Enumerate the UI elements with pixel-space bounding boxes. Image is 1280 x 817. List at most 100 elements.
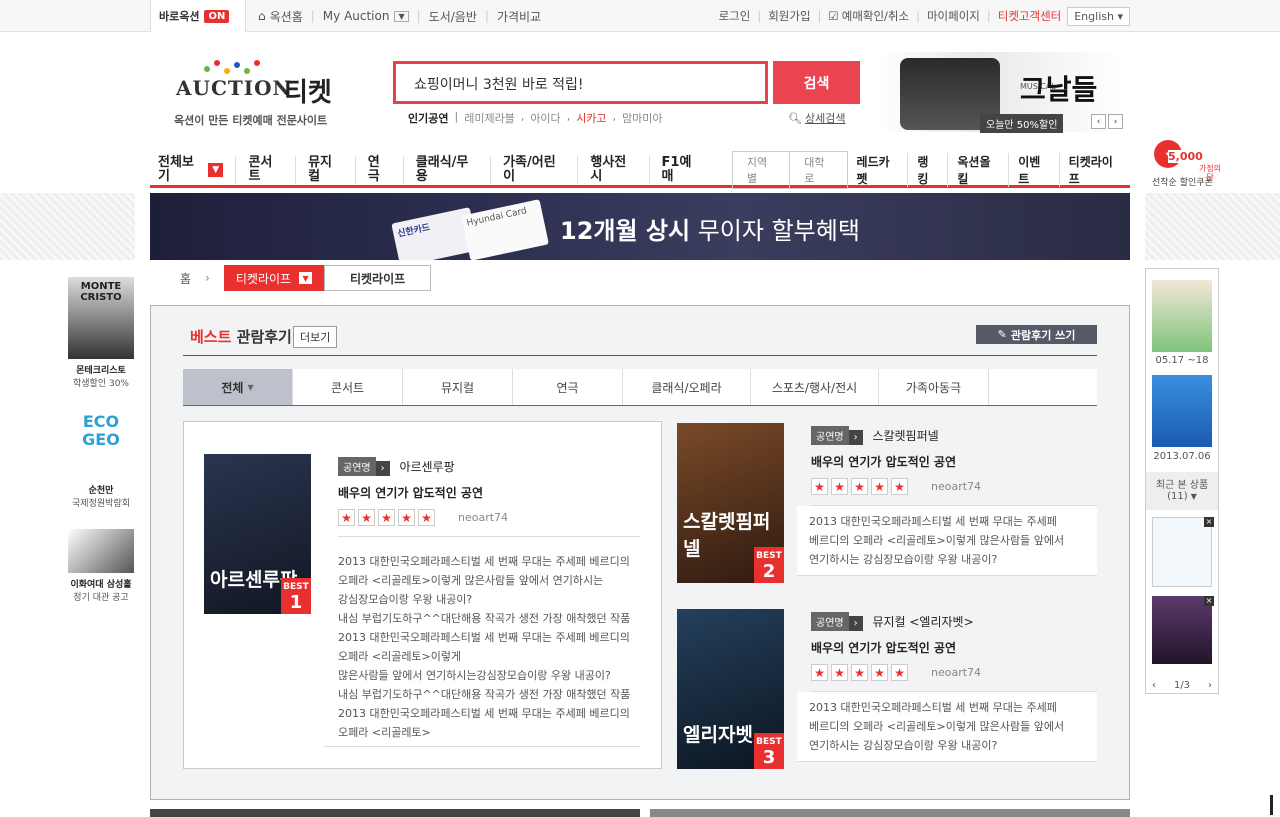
review-headline[interactable]: 배우의 연기가 압도적인 공연 — [338, 484, 640, 501]
ad-monte-cristo[interactable]: MONTE CRISTO 몬테크리스토 학생할인 30% — [66, 277, 136, 389]
review-user: neoart74 — [931, 666, 982, 679]
star-rating: ★ ★ ★ ★ ★ neoart74 — [338, 509, 640, 537]
advanced-search-link[interactable]: 🔍︎ 상세검색 — [788, 110, 845, 126]
show-name[interactable]: 뮤지컬 <엘리자벳> — [872, 615, 973, 629]
popular-item[interactable]: 시카고 — [576, 110, 606, 126]
show-name[interactable]: 스칼렛핌퍼넬 — [872, 429, 938, 443]
ad-suncheon[interactable]: ECO GEO 순천만 국제정원박람회 — [66, 397, 136, 509]
nav-musical[interactable]: 뮤지컬 — [296, 156, 356, 184]
review-content: 공연명 › 아르센루팡 배우의 연기가 압도적인 공연 ★ ★ ★ ★ ★ neoart7… — [338, 457, 640, 537]
search-input[interactable]: 쇼핑이머니 3천원 바로 적립! — [393, 61, 768, 104]
nav-ranking[interactable]: 랭킹 — [907, 153, 947, 187]
review-card-1[interactable]: 아르센루팡 BEST 1 공연명 › 아르센루팡 배우의 연기가 압도적인 공연 ★… — [183, 421, 662, 769]
star-rating: ★ ★ ★ ★ ★ neoart74 — [811, 664, 1097, 692]
best-rank: 1 — [289, 592, 303, 613]
nav-event[interactable]: 이벤트 — [1008, 153, 1058, 187]
review-body-line: 오페라 <리골레토>이렇게 많은사람들 앞에서 연기하시는 — [338, 574, 604, 587]
quick-auction-toggle[interactable]: 바로옥션 ON — [150, 0, 246, 32]
card-promo-rest: 무이자 할부혜택 — [697, 217, 860, 245]
nav-ticketlife[interactable]: 티켓라이프 — [1058, 153, 1130, 187]
ad-ewha[interactable]: 이화여대 삼성홀 정기 대관 공고 — [66, 529, 136, 603]
nav-region-tab[interactable]: 지역별 — [733, 152, 791, 188]
login-link[interactable]: 로그인 — [719, 8, 751, 24]
review-headline[interactable]: 배우의 연기가 압도적인 공연 — [811, 453, 1097, 470]
poster-image[interactable]: 아르센루팡 BEST 1 — [204, 454, 311, 614]
tab-family[interactable]: 가족아동극 — [879, 369, 989, 405]
scrollbar-thumb[interactable] — [1270, 795, 1273, 815]
nav-daehakro-tab[interactable]: 대학로 — [790, 152, 846, 188]
recent-item-image[interactable] — [1152, 517, 1212, 587]
poster-title: 엘리자벳 — [683, 724, 753, 746]
close-icon[interactable]: × — [1204, 596, 1214, 606]
nav-allkill[interactable]: 옥션올킬 — [947, 153, 1008, 187]
review-body-line: 연기하시는 강심장모습이랑 우왕 내공이? — [809, 739, 998, 752]
more-button[interactable]: 더보기 — [293, 326, 338, 348]
search-button[interactable]: 검색 — [773, 61, 860, 104]
section-title: 베스트 관람후기 — [190, 326, 292, 347]
tab-play[interactable]: 연극 — [513, 369, 623, 405]
tab-musical[interactable]: 뮤지컬 — [403, 369, 513, 405]
site-logo[interactable]: AUCTION 티켓 옥션이 만든 티켓예매 전문사이트 — [172, 52, 352, 132]
ad-image — [68, 529, 134, 573]
coupon-ad[interactable]: ★ 5,000 가정의 달 선착순 할인쿠폰 — [1150, 130, 1222, 188]
customer-center-link[interactable]: 티켓고객센터 — [998, 8, 1061, 24]
bottom-banners[interactable] — [150, 809, 1130, 817]
my-auction-link[interactable]: My Auction — [323, 9, 390, 23]
tab-sports-event[interactable]: 스포츠/행사/전시 — [751, 369, 879, 405]
banner-stripe-right — [1145, 193, 1280, 260]
nav-play[interactable]: 연극 — [356, 156, 404, 184]
write-review-button[interactable]: ✎ 관람후기 쓰기 — [976, 325, 1097, 344]
ad-name: 몬테크리스토 — [76, 366, 126, 376]
mypage-link[interactable]: 마이페이지 — [927, 8, 980, 24]
musical-banner[interactable]: MUSICAL 그날들 오늘만 50%할인 — [880, 52, 1120, 133]
popular-item[interactable]: 아이다 — [530, 110, 560, 126]
recent-item-image[interactable] — [1152, 596, 1212, 664]
chevron-right-icon[interactable]: › — [1108, 114, 1123, 129]
festival-ad-image[interactable] — [1152, 280, 1212, 352]
chevron-left-icon[interactable]: ‹ — [1152, 680, 1156, 691]
chevron-down-icon: ▼ — [208, 163, 224, 177]
review-card-2[interactable]: 공연명 › 스칼렛핌퍼넬 배우의 연기가 압도적인 공연 ★ ★ ★ ★ ★ neoart… — [797, 426, 1097, 576]
close-icon[interactable]: × — [1204, 517, 1214, 527]
nav-concert[interactable]: 콘서트 — [236, 156, 297, 184]
tab-all[interactable]: 전체 ▼ — [183, 369, 293, 405]
popular-item[interactable]: 레미제라블 — [464, 110, 515, 126]
review-headline[interactable]: 배우의 연기가 압도적인 공연 — [811, 639, 1097, 656]
books-music-link[interactable]: 도서/음반 — [429, 8, 477, 25]
price-compare-link[interactable]: 가격비교 — [497, 8, 541, 25]
poster-image[interactable]: 엘리자벳 BEST 3 — [677, 609, 784, 769]
booking-check-link[interactable]: 예매확인/취소 — [842, 8, 909, 24]
signup-link[interactable]: 회원가입 — [768, 8, 810, 24]
tab-concert[interactable]: 콘서트 — [293, 369, 403, 405]
card-promo-banner[interactable]: 신한카드 Hyundai Card 12개월 상시 무이자 할부혜택 — [150, 193, 1130, 260]
recent-viewed-header[interactable]: 최근 본 상품 (11) ▼ — [1146, 472, 1218, 510]
banner-title: 그날들 — [1020, 73, 1098, 106]
write-review-label: 관람후기 쓰기 — [1010, 328, 1076, 342]
nav-classic[interactable]: 클래식/무용 — [404, 156, 492, 184]
review-body-line: 2013 대한민국오페라페스티벌 세 번째 무대는 주세페 베르디의 — [338, 631, 630, 644]
concert-ad-image[interactable] — [1152, 375, 1212, 447]
show-name[interactable]: 아르센루팡 — [399, 460, 454, 474]
nav-all[interactable]: 전체보기 ▼ — [150, 156, 237, 184]
chevron-left-icon[interactable]: ‹ — [1091, 114, 1106, 129]
chevron-right-icon[interactable]: › — [1208, 680, 1212, 691]
poster-image[interactable]: 스칼렛핌퍼넬 BEST 2 — [677, 423, 784, 583]
nav-family[interactable]: 가족/어린이 — [491, 156, 579, 184]
tab-classic-opera[interactable]: 클래식/오페라 — [623, 369, 751, 405]
language-select[interactable]: English ▾ — [1067, 6, 1130, 26]
logo-ticket: 티켓 — [284, 78, 332, 108]
nav-f1[interactable]: F1예매 — [650, 156, 714, 184]
show-tag: 공연명 — [811, 426, 849, 445]
ad-name: 순천만 — [88, 486, 114, 496]
auction-home-link[interactable]: 옥션홈 — [270, 8, 303, 25]
review-card-3[interactable]: 공연명 › 뮤지컬 <엘리자벳> 배우의 연기가 압도적인 공연 ★ ★ ★ ★ ★ ne… — [797, 612, 1097, 762]
caret-down-icon: ▼ — [247, 382, 254, 392]
nav-redcarpet[interactable]: 레드카펫 — [848, 153, 908, 187]
chevron-down-icon[interactable]: ▼ — [394, 10, 409, 22]
best-rank: 3 — [762, 747, 776, 768]
advanced-search-label: 상세검색 — [804, 112, 846, 125]
breadcrumb-select[interactable]: 티켓라이프 ▼ — [223, 265, 325, 291]
nav-exhibition[interactable]: 행사전시 — [578, 156, 650, 184]
breadcrumb-home[interactable]: 홈 — [180, 270, 191, 287]
popular-item[interactable]: 맘마미아 — [622, 110, 662, 126]
